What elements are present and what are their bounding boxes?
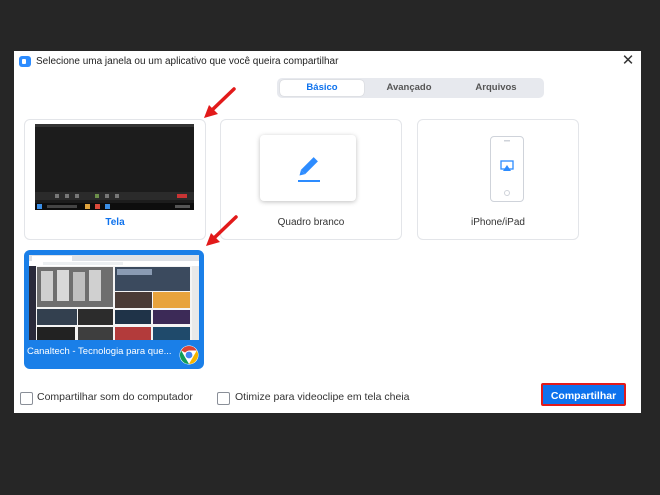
zoom-logo-icon: [19, 56, 31, 67]
tile-browser-window[interactable]: Canaltech - Tecnologia para que...: [24, 250, 204, 369]
tab-basico[interactable]: Básico: [280, 80, 364, 96]
tile-iphone-ipad[interactable]: iPhone/iPad: [417, 119, 579, 240]
whiteboard-preview: [260, 135, 356, 201]
screen-thumbnail: [35, 124, 194, 210]
tile-screen-label: Tela: [105, 217, 125, 228]
airplay-phone-icon: [490, 136, 524, 202]
close-icon[interactable]: ✕: [620, 53, 636, 69]
chrome-icon: [179, 345, 199, 365]
red-arrow-icon: [206, 215, 238, 246]
dialog-titlebar: Selecione uma janela ou um aplicativo qu…: [14, 51, 641, 73]
share-sound-label[interactable]: Compartilhar som do computador: [37, 391, 193, 403]
red-arrow-icon: [204, 87, 236, 118]
tile-whiteboard[interactable]: Quadro branco: [220, 119, 402, 240]
tile-screen[interactable]: Tela: [24, 119, 206, 240]
pen-icon: [298, 157, 320, 182]
share-tabs: Básico Avançado Arquivos: [277, 78, 544, 98]
share-sound-checkbox[interactable]: [20, 392, 33, 405]
optimize-video-label[interactable]: Otimize para videoclipe em tela cheia: [235, 391, 410, 403]
tile-iphone-label: iPhone/iPad: [471, 217, 525, 228]
browser-window-title: Canaltech - Tecnologia para que...: [27, 346, 172, 357]
optimize-video-checkbox[interactable]: [217, 392, 230, 405]
share-screen-dialog: Selecione uma janela ou um aplicativo qu…: [14, 51, 641, 413]
dialog-title: Selecione uma janela ou um aplicativo qu…: [36, 56, 339, 67]
browser-thumbnail: [29, 255, 199, 340]
tile-whiteboard-label: Quadro branco: [277, 217, 345, 228]
tab-arquivos[interactable]: Arquivos: [454, 80, 538, 96]
tab-avancado[interactable]: Avançado: [367, 80, 451, 96]
share-button[interactable]: Compartilhar: [541, 383, 626, 406]
